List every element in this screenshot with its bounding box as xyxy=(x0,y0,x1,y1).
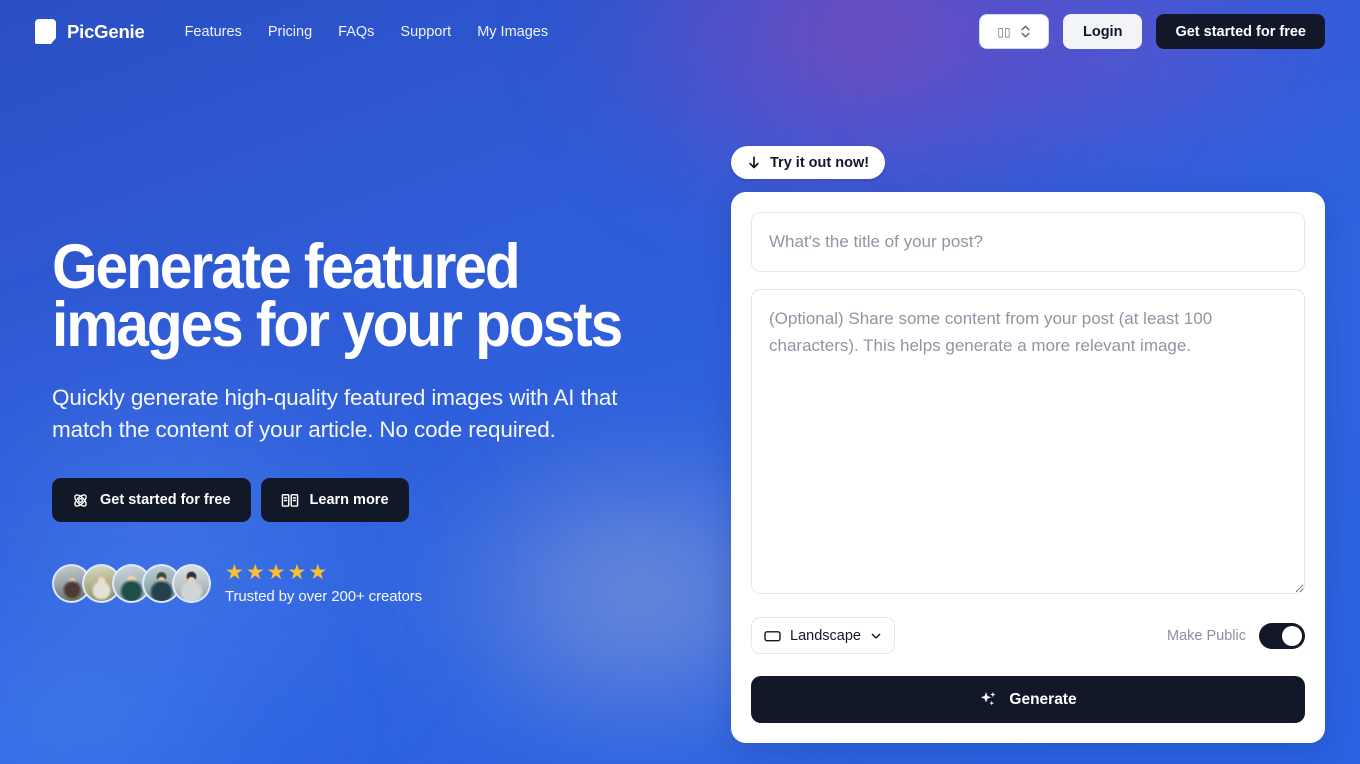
make-public-control: Make Public xyxy=(1167,622,1305,649)
header-actions: ▯▯ Login Get started for free xyxy=(978,14,1325,49)
nav-item-faqs[interactable]: FAQs xyxy=(338,24,374,40)
document-logo-icon xyxy=(35,19,56,44)
try-it-out-badge[interactable]: Try it out now! xyxy=(731,146,886,179)
main-navigation: Features Pricing FAQs Support My Images xyxy=(185,24,549,40)
card-controls-row: Landscape Make Public xyxy=(751,617,1305,655)
star-icon: ★ xyxy=(245,561,265,584)
hero-subtitle: Quickly generate high-quality featured i… xyxy=(52,385,618,442)
aspect-ratio-select[interactable]: Landscape xyxy=(751,617,895,655)
chevron-down-icon xyxy=(870,630,882,642)
arrow-down-icon xyxy=(747,155,761,170)
sparkles-icon xyxy=(979,690,998,709)
generate-label: Generate xyxy=(1009,690,1077,708)
star-icon: ★ xyxy=(308,561,328,584)
book-open-icon xyxy=(281,492,299,509)
brand-name: PicGenie xyxy=(67,20,145,42)
social-proof: ★ ★ ★ ★ ★ Trusted by over 200+ creators xyxy=(52,562,672,605)
header-get-started-button[interactable]: Get started for free xyxy=(1156,14,1325,49)
site-header: PicGenie Features Pricing FAQs Support M… xyxy=(0,0,1360,63)
social-proof-text: ★ ★ ★ ★ ★ Trusted by over 200+ creators xyxy=(225,562,422,605)
avatar-group xyxy=(52,564,211,603)
make-public-toggle[interactable] xyxy=(1259,622,1305,649)
hero-get-started-button[interactable]: Get started for free xyxy=(52,478,251,522)
star-icon: ★ xyxy=(266,561,286,584)
toggle-knob xyxy=(1282,625,1302,646)
page-title: Generate featured images for your posts xyxy=(52,236,629,357)
image-generator-card: Landscape Make Public Generate xyxy=(731,192,1325,743)
aspect-ratio-value: Landscape xyxy=(790,627,861,644)
trust-text: Trusted by over 200+ creators xyxy=(225,588,423,605)
hero-learn-more-button[interactable]: Learn more xyxy=(260,478,409,522)
hero-get-started-label: Get started for free xyxy=(100,492,231,508)
make-public-label: Make Public xyxy=(1167,627,1246,644)
nav-item-pricing[interactable]: Pricing xyxy=(268,24,312,40)
atom-icon xyxy=(72,492,89,509)
nav-item-support[interactable]: Support xyxy=(400,24,451,40)
rectangle-icon xyxy=(764,629,781,643)
hero-section: Generate featured images for your posts … xyxy=(52,236,672,605)
hero-title-line-2: images for your posts xyxy=(52,290,623,360)
generate-button[interactable]: Generate xyxy=(751,676,1305,723)
brand-logo-link[interactable]: PicGenie xyxy=(35,19,145,44)
login-button[interactable]: Login xyxy=(1062,14,1143,49)
language-select[interactable]: ▯▯ xyxy=(978,14,1049,49)
nav-item-features[interactable]: Features xyxy=(185,24,242,40)
hero-learn-more-label: Learn more xyxy=(309,492,389,508)
avatar xyxy=(172,564,211,603)
post-title-input[interactable] xyxy=(751,212,1305,273)
star-rating: ★ ★ ★ ★ ★ xyxy=(225,562,422,583)
try-it-out-label: Try it out now! xyxy=(770,154,870,171)
star-icon: ★ xyxy=(287,561,307,584)
star-icon: ★ xyxy=(225,561,244,584)
post-content-textarea[interactable] xyxy=(751,289,1305,595)
chevron-up-down-icon xyxy=(1020,24,1031,39)
nav-item-my-images[interactable]: My Images xyxy=(477,24,548,40)
hero-button-group: Get started for free Learn more xyxy=(52,478,672,522)
language-flag-glyph: ▯▯ xyxy=(997,24,1011,39)
